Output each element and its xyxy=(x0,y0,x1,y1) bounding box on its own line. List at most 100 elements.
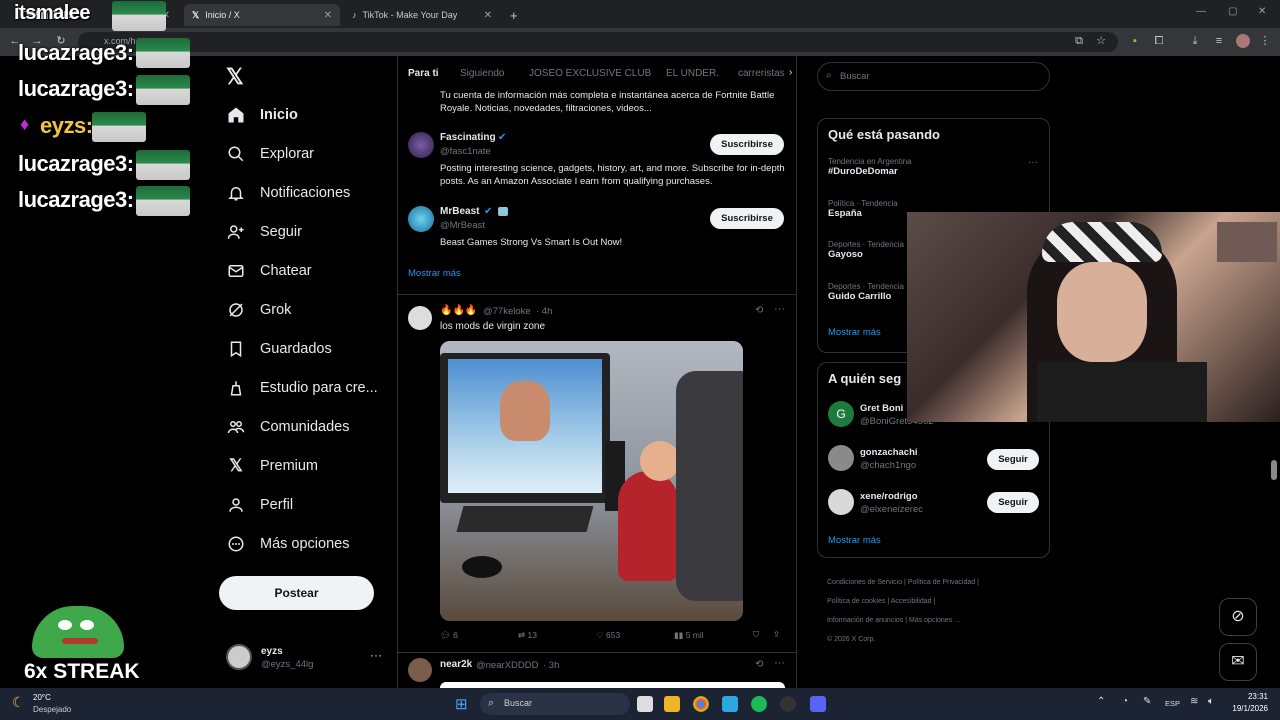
grok-icon[interactable]: ⊘ xyxy=(1219,598,1257,636)
repost-button[interactable]: ⇄ 13 xyxy=(518,630,537,641)
like-button[interactable]: ♡ 653 xyxy=(596,630,620,641)
nav-item-mas-opciones[interactable]: Más opciones xyxy=(226,529,349,559)
more-circle-icon xyxy=(226,534,246,554)
wifi-icon[interactable]: ≋ xyxy=(1190,696,1198,707)
x-logo-icon[interactable]: 𝕏 xyxy=(226,64,244,90)
app-icon[interactable] xyxy=(722,696,738,712)
clock-time[interactable]: 23:31 xyxy=(1228,692,1268,701)
volume-icon[interactable]: 🔈︎ xyxy=(1208,696,1214,707)
taskbar-search[interactable]: ⌕ Buscar xyxy=(480,693,630,715)
footer-link[interactable]: Condiciones de Servicio xyxy=(827,579,902,586)
clock-date[interactable]: 19/1/2026 xyxy=(1228,704,1268,713)
download-icon[interactable]: ⤓ xyxy=(1188,34,1202,48)
footer-link[interactable]: Más opciones ... xyxy=(909,617,960,624)
nav-item-inicio[interactable]: Inicio xyxy=(226,100,298,130)
grok-icon[interactable]: ⟲ xyxy=(755,305,763,316)
grok-icon[interactable]: ⟲ xyxy=(755,659,763,670)
more-icon[interactable]: ··· xyxy=(1028,157,1038,168)
nav-label: Más opciones xyxy=(260,536,350,552)
chevron-up-icon[interactable]: ⌃ xyxy=(1097,696,1105,707)
avatar xyxy=(408,206,434,232)
nav-item-notificaciones[interactable]: Notificaciones xyxy=(226,178,350,208)
footer-link[interactable]: Política de Privacidad xyxy=(908,579,975,586)
nav-item-grok[interactable]: Grok xyxy=(226,295,291,325)
user-bio: Posting interesting science, gadgets, hi… xyxy=(440,163,785,187)
account-switcher[interactable]: eyzs @eyzs_44lg ··· xyxy=(226,644,386,674)
nav-item-estudio[interactable]: Estudio para cre... xyxy=(226,373,378,403)
tab-el-under[interactable]: EL UNDER. xyxy=(666,68,719,79)
tab-tiktok[interactable]: ♪ TikTok - Make Your Day ✕ xyxy=(344,4,500,26)
footer-link[interactable]: Accesibilidad xyxy=(891,598,932,605)
share-icon[interactable]: ⇪ xyxy=(773,629,780,640)
menu-icon[interactable]: ⋮ xyxy=(1258,34,1272,48)
windows-start-icon[interactable]: ⊞ xyxy=(455,695,468,713)
nav-item-comunidades[interactable]: Comunidades xyxy=(226,412,349,442)
nav-item-explorar[interactable]: Explorar xyxy=(226,139,314,169)
pen-icon[interactable]: ✎ xyxy=(1143,696,1151,707)
nav-label: Guardados xyxy=(260,341,332,357)
tab-joseo[interactable]: JOSEO EXCLUSIVE CLUB xyxy=(529,68,651,79)
network-icon[interactable]: ◔ xyxy=(1122,696,1128,707)
footer-link[interactable]: Política de cookies xyxy=(827,598,885,605)
account-name: eyzs xyxy=(261,646,283,657)
footer-link[interactable]: Información de anuncios xyxy=(827,617,903,624)
tab-siguiendo[interactable]: Siguiendo xyxy=(460,68,504,79)
cast-icon[interactable]: ⧉ xyxy=(1072,34,1086,48)
nav-item-perfil[interactable]: Perfil xyxy=(226,490,293,520)
close-icon[interactable]: ✕ xyxy=(484,10,492,21)
chrome-icon[interactable] xyxy=(693,696,709,712)
nav-label: Seguir xyxy=(260,224,302,240)
close-window-icon[interactable]: ✕ xyxy=(1258,6,1266,17)
mail-icon[interactable]: ✉ xyxy=(1219,643,1257,681)
steam-icon[interactable] xyxy=(780,696,796,712)
minimize-icon[interactable]: — xyxy=(1196,6,1206,17)
maximize-icon[interactable]: ▢ xyxy=(1228,6,1237,17)
avatar xyxy=(408,306,432,330)
who-show-more-link[interactable]: Mostrar más xyxy=(828,535,881,546)
mail-icon xyxy=(226,261,246,281)
nav-item-premium[interactable]: 𝕏 Premium xyxy=(226,451,318,481)
scrollbar-thumb[interactable] xyxy=(1271,460,1277,480)
post-text: los mods de virgin zone xyxy=(440,321,546,332)
views-button[interactable]: ▮▮ 5 mil xyxy=(674,630,704,641)
task-view-icon[interactable] xyxy=(637,696,653,712)
grok-icon xyxy=(226,300,246,320)
file-explorer-icon[interactable] xyxy=(664,696,680,712)
language-indicator[interactable]: ESP xyxy=(1165,699,1180,708)
trends-show-more-link[interactable]: Mostrar más xyxy=(828,327,881,338)
close-icon[interactable]: ✕ xyxy=(324,10,332,21)
nav-item-chatear[interactable]: Chatear xyxy=(226,256,312,286)
more-icon[interactable]: ··· xyxy=(774,657,785,669)
tab-para-ti[interactable]: Para ti xyxy=(408,68,439,79)
trend-item[interactable]: Tendencia en Argentina #DuroDeDomar ··· xyxy=(828,157,1038,177)
more-icon[interactable]: ··· xyxy=(774,303,785,315)
suggestion-mrbeast[interactable]: MrBeast ✔ @MrBeast Beast Games Strong Vs… xyxy=(408,204,788,250)
show-more-link[interactable]: Mostrar más xyxy=(408,268,461,279)
puzzle-icon[interactable]: ⧠ xyxy=(1152,34,1166,48)
nav-item-guardados[interactable]: Guardados xyxy=(226,334,332,364)
tab-carreristas[interactable]: carreristas xyxy=(738,68,785,79)
post-button[interactable]: Postear xyxy=(219,576,374,610)
spotify-icon[interactable] xyxy=(751,696,767,712)
star-icon[interactable]: ☆ xyxy=(1094,34,1108,48)
bookmark-icon[interactable]: ⛉ xyxy=(753,629,759,640)
nav-item-seguir[interactable]: Seguir xyxy=(226,217,302,247)
reply-button[interactable]: 💬︎ 6 xyxy=(440,630,458,641)
suggestion-fascinating[interactable]: Fascinating ✔ @fasc1nate Posting interes… xyxy=(408,130,788,190)
post[interactable]: 🔥🔥🔥 @77keloke · 4h ⟲ ··· los mods de vir… xyxy=(398,296,796,646)
post-media-image[interactable] xyxy=(440,341,743,621)
new-tab-button[interactable]: + xyxy=(502,4,522,26)
address-bar[interactable]: x.com/h xyxy=(78,32,1118,52)
discord-icon[interactable] xyxy=(810,696,826,712)
follow-button[interactable]: Seguir xyxy=(987,449,1039,470)
subscribe-button[interactable]: Suscribirse xyxy=(710,134,784,155)
media-icon[interactable]: ≡ xyxy=(1212,34,1226,48)
follow-button[interactable]: Seguir xyxy=(987,492,1039,513)
extension-icon[interactable]: ▪ xyxy=(1128,34,1142,48)
profile-avatar[interactable] xyxy=(1236,34,1250,48)
post[interactable]: near2k @nearXDDDD · 3h ⟲ ··· xyxy=(398,654,796,690)
user-handle: @fasc1nate xyxy=(440,146,491,157)
chevron-right-icon[interactable]: › xyxy=(789,67,792,78)
search-input[interactable]: ⌕ Buscar xyxy=(817,62,1050,91)
subscribe-button[interactable]: Suscribirse xyxy=(710,208,784,229)
